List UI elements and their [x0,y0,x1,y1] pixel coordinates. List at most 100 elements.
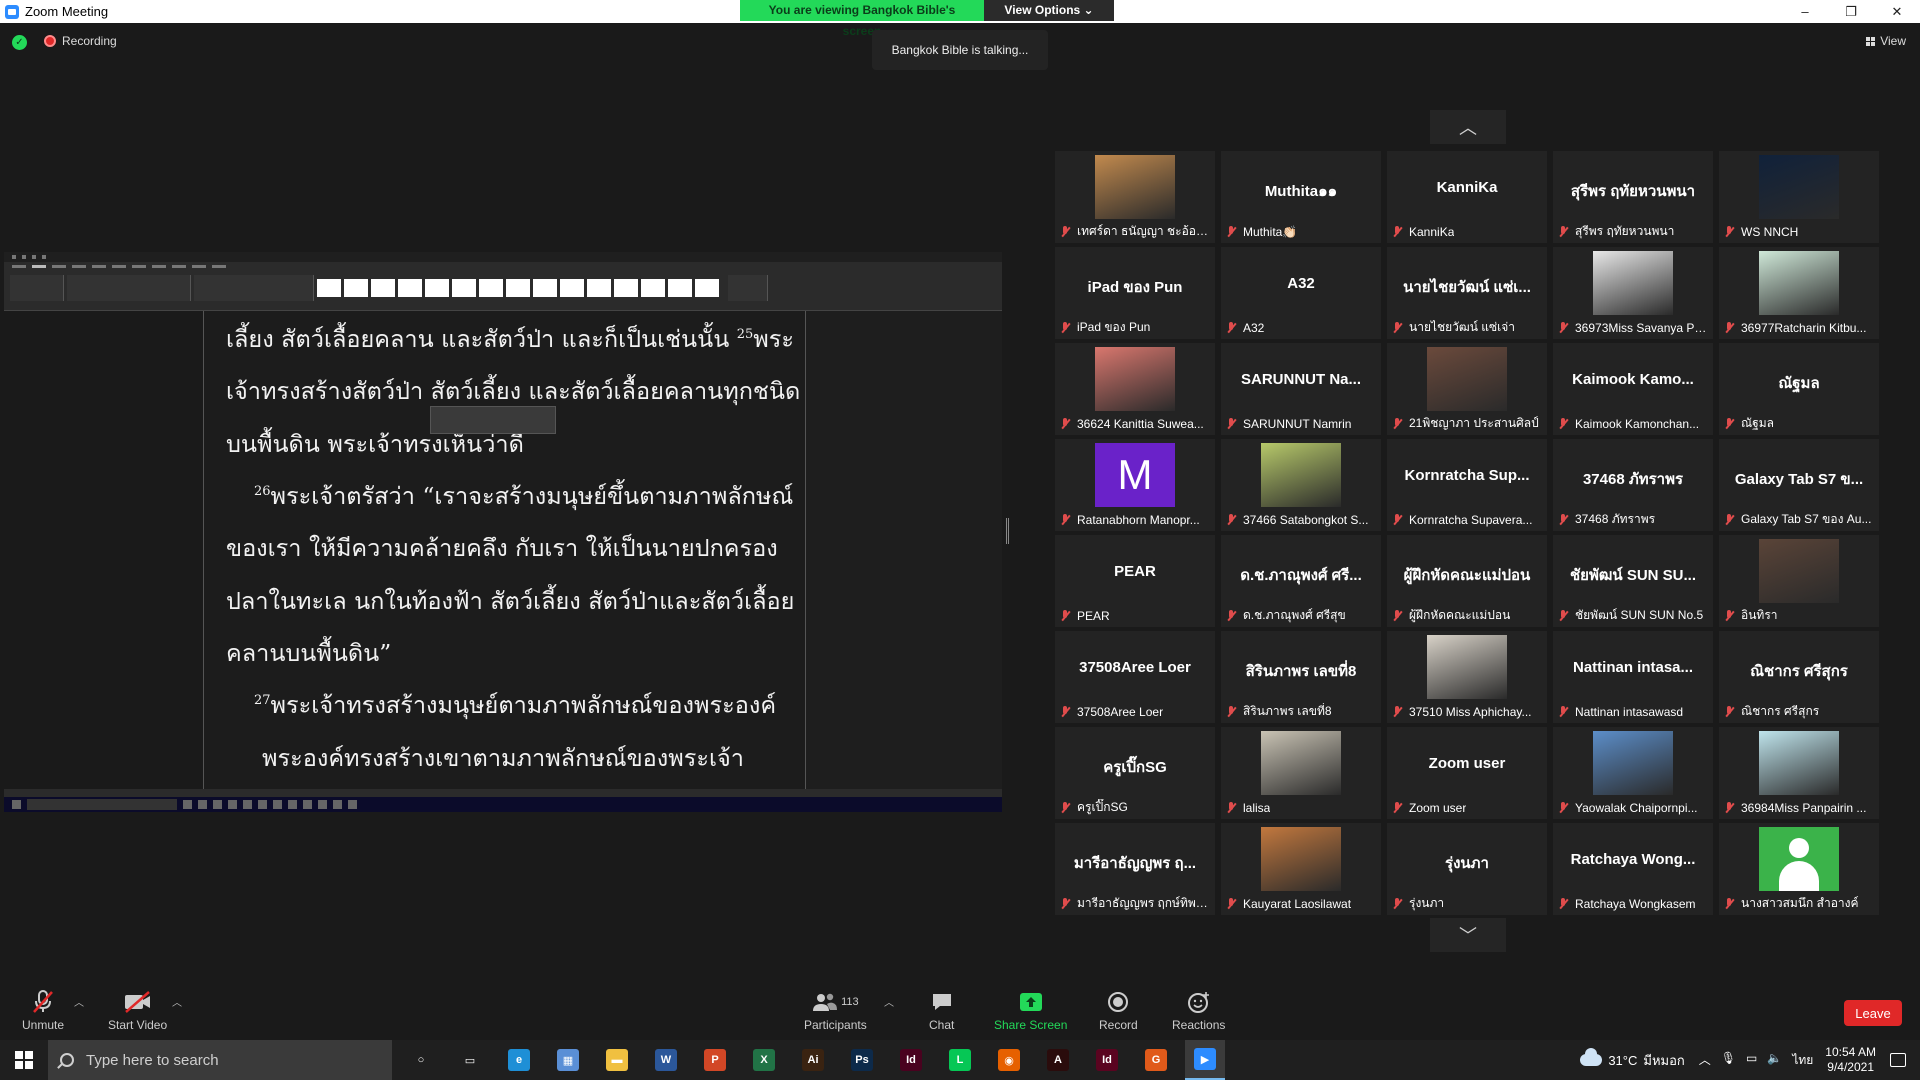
weather-widget[interactable]: 31°C มีหมอก [1580,1048,1685,1071]
participant-display-name: A32 [1287,275,1315,292]
participant-tile[interactable]: 36984Miss Panpairin ... [1719,727,1879,819]
participant-tile[interactable]: M Ratanabhorn Manopr... [1055,439,1215,531]
participant-tile[interactable]: Kauyarat Laosilawat [1221,823,1381,915]
zoom-app-icon [5,4,19,19]
participant-tile[interactable]: 21พิชญาภา ประสานศิลป์ [1387,343,1547,435]
shared-taskbar [4,797,1002,812]
participant-tile[interactable]: Ratchaya Wong... Ratchaya Wongkasem [1553,823,1713,915]
show-hidden-icons-icon[interactable]: ︿ [1699,1051,1711,1070]
participant-tile[interactable]: Nattinan intasa... Nattinan intasawasd [1553,631,1713,723]
participant-tile[interactable]: ด.ช.ภาณุพงศ์ ศรี... ด.ช.ภาณุพงศ์ ศรีสุข [1221,535,1381,627]
participant-tile[interactable]: A32 A32 [1221,247,1381,339]
participant-tile[interactable]: 37466 Satabongkot S... [1221,439,1381,531]
taskbar-cortana-button[interactable]: ○ [401,1040,441,1080]
participant-tile[interactable]: iPad ของ Pun iPad ของ Pun [1055,247,1215,339]
start-button[interactable] [0,1040,48,1080]
clock[interactable]: 10:54 AM 9/4/2021 [1825,1045,1876,1075]
participant-tile[interactable]: ณิชากร ศรีสุกร ณิชากร ศรีสุกร [1719,631,1879,723]
encryption-shield-icon[interactable]: ✓ [12,35,27,50]
taskbar-task-view-button[interactable]: ▭ [450,1040,490,1080]
participant-tile[interactable]: ชัยพัฒน์ SUN SU... ชัยพัฒน์ SUN SUN No.5 [1553,535,1713,627]
participant-name-label: Yaowalak Chaipornpi... [1557,799,1709,816]
taskbar-acrobat-button[interactable]: A [1038,1040,1078,1080]
participant-tile[interactable]: Yaowalak Chaipornpi... [1553,727,1713,819]
share-screen-button[interactable]: Share Screen [994,990,1067,1032]
taskbar-calculator-button[interactable]: ▦ [548,1040,588,1080]
audio-options-caret-icon[interactable]: ︿ [74,994,84,1009]
microphone-icon[interactable]: 🎙 [1721,1051,1736,1070]
close-button[interactable]: ✕ [1874,0,1920,23]
participant-tile[interactable]: 37510 Miss Aphichay... [1387,631,1547,723]
taskbar-photoshop-button[interactable]: Ps [842,1040,882,1080]
restore-button[interactable]: ❐ [1828,0,1874,23]
shared-screen[interactable]: เลี้ยง สัตว์เลื้อยคลาน และสัตว์ป่า และก็… [4,252,1002,812]
temperature: 31°C [1608,1052,1638,1068]
taskbar-line-button[interactable]: L [940,1040,980,1080]
participant-tile[interactable]: อินทิรา [1719,535,1879,627]
taskbar-excel-button[interactable]: X [744,1040,784,1080]
view-options-button[interactable]: View Options ⌄ [984,0,1114,21]
participant-tile[interactable]: เทศร์ดา ธนัญญา ชะอ้อนชม [1055,151,1215,243]
participant-tile[interactable]: ผู้ฝึกหัดคณะแม่ปอน ผู้ฝึกหัดคณะแม่ปอน [1387,535,1547,627]
video-options-caret-icon[interactable]: ︿ [172,994,182,1009]
participant-tile[interactable]: PEAR PEAR [1055,535,1215,627]
participant-tile[interactable]: นายไชยวัฒน์ แซ่เ... นายไชยวัฒน์ แซ่เจ่า [1387,247,1547,339]
record-button[interactable]: Record [1099,990,1138,1032]
reactions-button[interactable]: Reactions [1172,990,1225,1032]
taskbar-powerpoint-button[interactable]: P [695,1040,735,1080]
taskbar-file-explorer-button[interactable]: ▬ [597,1040,637,1080]
participant-tile[interactable]: มารีอาธัญญพร ฤ... มารีอาธัญญพร ฤกษ์ทิพย์.… [1055,823,1215,915]
taskbar-indesign-2-button[interactable]: Id [1087,1040,1127,1080]
taskbar-illustrator-button[interactable]: Ai [793,1040,833,1080]
participant-tile[interactable]: 36624 Kanittia Suwea... [1055,343,1215,435]
input-language[interactable]: ไทย [1792,1051,1813,1070]
participant-tile[interactable]: 36973Miss Savanya Phet... [1553,247,1713,339]
participant-tile[interactable]: 37468 ภัทราพร 37468 ภัทราพร [1553,439,1713,531]
participant-tile[interactable]: สุรีพร ฤทัยหวนพนา สุรีพร ฤทัยหวนพนา [1553,151,1713,243]
taskbar-firefox-button[interactable]: ◉ [989,1040,1029,1080]
participant-tile[interactable]: สิรินภาพร เลขที่8 สิรินภาพร เลขที่8 [1221,631,1381,723]
taskbar-word-button[interactable]: W [646,1040,686,1080]
taskbar-zoom-button[interactable]: ▶ [1185,1040,1225,1080]
gallery-page-down-button[interactable]: ﹀ [1430,918,1506,952]
participant-tile[interactable]: รุ่งนภา รุ่งนภา [1387,823,1547,915]
taskbar-indesign-button[interactable]: Id [891,1040,931,1080]
participant-tile[interactable]: Zoom user Zoom user [1387,727,1547,819]
indesign-2-icon: Id [1096,1049,1118,1071]
participant-tile[interactable]: ครูเปิ๊กSG ครูเปิ๊กSG [1055,727,1215,819]
grid-view-icon [1866,36,1876,46]
muted-mic-icon [1059,705,1072,718]
start-video-button[interactable]: Start Video [108,990,167,1032]
cortana-icon: ○ [417,1054,425,1066]
participant-tile[interactable]: นางสาวสมนึก สำอางค์ [1719,823,1879,915]
participant-tile[interactable]: Kaimook Kamo... Kaimook Kamonchan... [1553,343,1713,435]
taskbar-search[interactable]: Type here to search [48,1040,392,1080]
participant-tile[interactable]: WS NNCH [1719,151,1879,243]
participant-tile[interactable]: 36977Ratcharin Kitbu... [1719,247,1879,339]
split-resize-handle[interactable] [1006,518,1009,544]
participant-display-name: Kaimook Kamo... [1572,371,1694,388]
participant-display-name: สุรีพร ฤทัยหวนพนา [1570,183,1696,200]
participant-tile[interactable]: lalisa [1221,727,1381,819]
gallery-page-up-button[interactable]: ︿ [1430,110,1506,144]
leave-button[interactable]: Leave [1844,1000,1902,1026]
volume-icon[interactable]: 🔈 [1767,1051,1782,1070]
recording-indicator[interactable]: Recording [44,34,117,48]
participant-tile[interactable]: Kornratcha Sup... Kornratcha Supavera... [1387,439,1547,531]
taskbar-edge-button[interactable]: e [499,1040,539,1080]
participant-tile[interactable]: Galaxy Tab S7 ข... Galaxy Tab S7 ของ Au..… [1719,439,1879,531]
participant-tile[interactable]: KanniKa KanniKa [1387,151,1547,243]
unmute-button[interactable]: Unmute [22,990,64,1032]
minimize-button[interactable]: – [1782,0,1828,23]
participants-button[interactable]: 113 Participants [804,990,867,1032]
participant-tile[interactable]: SARUNNUT Na... SARUNNUT Namrin [1221,343,1381,435]
participant-tile[interactable]: Muthita๑๑ Muthita👏🏻 [1221,151,1381,243]
participant-tile[interactable]: 37508Aree Loer 37508Aree Loer [1055,631,1215,723]
participant-tile[interactable]: ณัฐมล ณัฐมล [1719,343,1879,435]
view-button[interactable]: View [1866,34,1906,48]
taskbar-grammarly-button[interactable]: G [1136,1040,1176,1080]
chat-button[interactable]: Chat [929,990,954,1032]
participants-options-caret-icon[interactable]: ︿ [884,994,894,1009]
network-icon[interactable]: ▭ [1746,1051,1757,1070]
notifications-icon[interactable] [1890,1053,1906,1067]
